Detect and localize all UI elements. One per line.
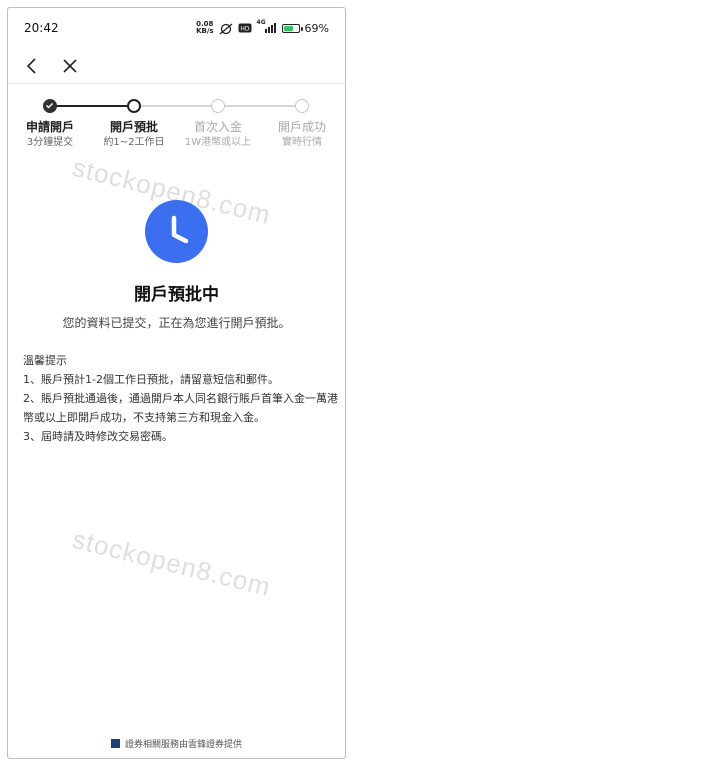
step-3-label: 首次入金 1W港幣或以上 bbox=[178, 120, 258, 150]
footer: 證券相關服務由雲鋒證券提供 bbox=[8, 737, 345, 750]
close-icon bbox=[63, 58, 77, 73]
status-title: 開戶預批中 bbox=[134, 285, 219, 305]
step-4-title: 開戶成功 bbox=[277, 120, 326, 134]
step-4-label: 開戶成功 實時行情 bbox=[262, 120, 342, 150]
hd-icon: HD bbox=[238, 23, 252, 33]
status-bar: 20:42 0.08 KB/s HD 4G 69% bbox=[8, 8, 345, 48]
nav-bar bbox=[8, 48, 345, 84]
watermark-bottom: stockopen8.com bbox=[69, 523, 275, 603]
step-1-done-icon bbox=[43, 99, 57, 113]
tips-section: 溫馨提示 1、賬戶預計1-2個工作日預批，請留意短信和郵件。 2、賬戶預批通過後… bbox=[23, 351, 338, 446]
back-button[interactable] bbox=[20, 54, 44, 78]
step-1-title: 申請開戶 bbox=[25, 120, 74, 134]
phone-screen: 20:42 0.08 KB/s HD 4G 69% 申請開戶 3分鐘提交 開戶預… bbox=[7, 7, 346, 759]
signal-icon: 4G bbox=[257, 19, 277, 33]
status-message: 您的資料已提交，正在為您進行開戶預批。 bbox=[62, 316, 291, 330]
step-line-done bbox=[50, 105, 134, 107]
step-2-current-dot bbox=[127, 99, 141, 113]
clock-icon bbox=[145, 200, 208, 263]
step-2-label: 開戶預批 約1~2工作日 bbox=[94, 120, 174, 150]
step-4-subtitle: 實時行情 bbox=[282, 137, 322, 148]
signal-label: 4G bbox=[256, 19, 266, 26]
net-speed-unit: KB/s bbox=[196, 27, 214, 35]
step-1-label: 申請開戶 3分鐘提交 bbox=[10, 120, 90, 150]
tip-item-2: 2、賬戶預批通過後，通過開戶本人同名銀行賬戶首筆入金一萬港幣或以上即開戶成功，不… bbox=[23, 392, 338, 424]
alarm-off-icon bbox=[219, 23, 233, 35]
footer-text: 證券相關服務由雲鋒證券提供 bbox=[124, 740, 242, 750]
tips-heading: 溫馨提示 bbox=[23, 354, 67, 367]
progress-stepper: 申請開戶 3分鐘提交 開戶預批 約1~2工作日 首次入金 1W港幣或以上 開戶成… bbox=[8, 90, 345, 160]
step-2-title: 開戶預批 bbox=[109, 120, 158, 134]
close-button[interactable] bbox=[58, 54, 82, 78]
svg-text:HD: HD bbox=[240, 26, 250, 33]
step-2-subtitle: 約1~2工作日 bbox=[103, 137, 165, 148]
net-speed: 0.08 KB/s bbox=[196, 21, 213, 35]
status-time: 20:42 bbox=[24, 21, 59, 35]
broker-logo-icon bbox=[110, 739, 120, 748]
chevron-left-icon bbox=[26, 57, 36, 74]
tip-item-3: 3、屆時請及時修改交易密碼。 bbox=[23, 430, 173, 443]
tip-item-1: 1、賬戶預計1-2個工作日預批，請留意短信和郵件。 bbox=[23, 373, 279, 386]
battery-percent: 69% bbox=[304, 21, 329, 35]
step-3-subtitle: 1W港幣或以上 bbox=[184, 137, 252, 148]
step-3-dot bbox=[211, 99, 225, 113]
step-4-dot bbox=[295, 99, 309, 113]
battery-icon bbox=[281, 23, 303, 33]
step-3-title: 首次入金 bbox=[193, 120, 242, 134]
step-1-subtitle: 3分鐘提交 bbox=[26, 137, 74, 148]
status-icons: 0.08 KB/s HD 4G 69% bbox=[196, 19, 329, 35]
